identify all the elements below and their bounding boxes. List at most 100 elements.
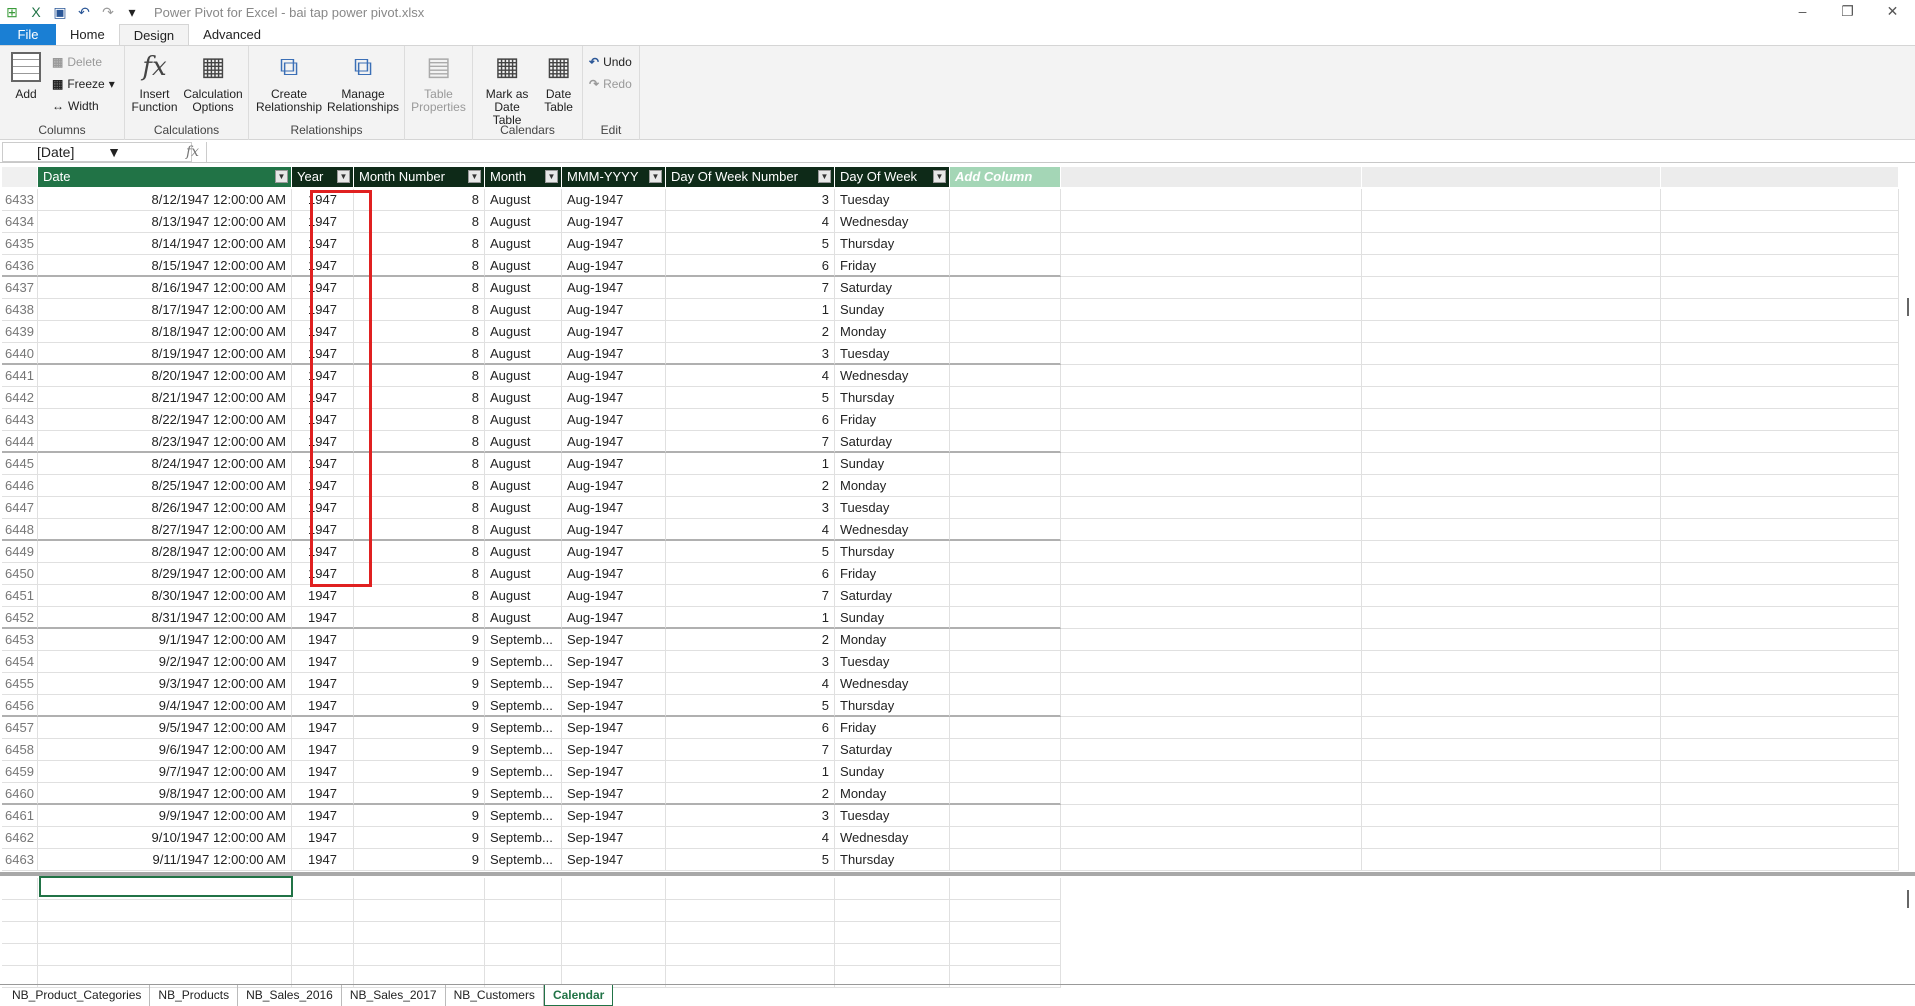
column-header-add-column[interactable]: Add Column — [950, 167, 1061, 187]
empty-cell[interactable] — [292, 922, 354, 944]
table-cell[interactable]: 7 — [666, 739, 835, 761]
empty-cell[interactable] — [950, 255, 1061, 277]
table-cell[interactable]: Septemb... — [485, 849, 562, 871]
table-cell[interactable]: Sep-1947 — [562, 805, 666, 827]
table-cell[interactable]: 1947 — [292, 607, 354, 629]
sheet-tab-calendar[interactable]: Calendar — [543, 985, 614, 1006]
table-cell[interactable]: Sunday — [835, 761, 950, 783]
empty-cell[interactable] — [1061, 321, 1362, 343]
table-cell[interactable]: Septemb... — [485, 695, 562, 717]
row-header[interactable]: 6451 — [2, 585, 38, 607]
table-cell[interactable]: Aug-1947 — [562, 365, 666, 387]
delete-button[interactable]: ▦ Delete — [52, 54, 115, 70]
row-header[interactable]: 6440 — [2, 343, 38, 365]
table-cell[interactable]: 9/3/1947 12:00:00 AM — [38, 673, 292, 695]
table-cell[interactable]: 8 — [354, 211, 485, 233]
empty-cell[interactable] — [950, 629, 1061, 651]
empty-cell[interactable] — [1362, 409, 1661, 431]
empty-cell[interactable] — [1061, 211, 1362, 233]
filter-dropdown-icon[interactable]: ▼ — [337, 170, 350, 183]
table-cell[interactable]: Thursday — [835, 233, 950, 255]
table-cell[interactable]: 1947 — [292, 849, 354, 871]
empty-cell[interactable] — [1661, 277, 1899, 299]
empty-cell[interactable] — [666, 922, 835, 944]
empty-cell[interactable] — [1661, 541, 1899, 563]
empty-cell[interactable] — [1661, 255, 1899, 277]
filter-dropdown-icon[interactable]: ▼ — [468, 170, 481, 183]
table-cell[interactable]: Aug-1947 — [562, 189, 666, 211]
table-cell[interactable]: 8 — [354, 233, 485, 255]
row-header[interactable]: 6441 — [2, 365, 38, 387]
table-cell[interactable]: August — [485, 607, 562, 629]
insert-function-button[interactable]: fx Insert Function — [131, 50, 178, 114]
empty-cell[interactable] — [1362, 475, 1661, 497]
table-cell[interactable]: 8 — [354, 497, 485, 519]
empty-cell[interactable] — [1362, 585, 1661, 607]
table-cell[interactable]: Aug-1947 — [562, 233, 666, 255]
table-cell[interactable]: 8 — [354, 431, 485, 453]
empty-cell[interactable] — [950, 409, 1061, 431]
table-cell[interactable]: Septemb... — [485, 739, 562, 761]
column-header-mmm-yyyy[interactable]: MMM-YYYY ▼ — [562, 167, 666, 187]
table-cell[interactable]: 8/22/1947 12:00:00 AM — [38, 409, 292, 431]
select-all-corner[interactable] — [2, 167, 38, 187]
table-cell[interactable]: August — [485, 409, 562, 431]
row-header[interactable]: 6443 — [2, 409, 38, 431]
empty-cell[interactable] — [562, 922, 666, 944]
table-cell[interactable]: 9 — [354, 695, 485, 717]
table-properties-button[interactable]: ▤ Table Properties — [411, 50, 466, 114]
empty-cell[interactable] — [1061, 805, 1362, 827]
empty-cell[interactable] — [666, 878, 835, 900]
table-cell[interactable]: 9 — [354, 629, 485, 651]
empty-cell[interactable] — [1661, 805, 1899, 827]
table-cell[interactable]: Aug-1947 — [562, 409, 666, 431]
row-header[interactable]: 6448 — [2, 519, 38, 541]
empty-cell[interactable] — [1362, 519, 1661, 541]
customize-toolbar-icon[interactable]: ▾ — [124, 4, 140, 20]
empty-cell[interactable] — [1061, 739, 1362, 761]
empty-cell[interactable] — [38, 922, 292, 944]
table-cell[interactable]: Aug-1947 — [562, 607, 666, 629]
empty-cell[interactable] — [666, 900, 835, 922]
row-header[interactable]: 6456 — [2, 695, 38, 717]
empty-cell[interactable] — [950, 431, 1061, 453]
freeze-button[interactable]: ▦ Freeze ▾ — [52, 76, 115, 92]
table-cell[interactable]: 4 — [666, 673, 835, 695]
empty-cell[interactable] — [562, 878, 666, 900]
table-cell[interactable]: 9 — [354, 827, 485, 849]
empty-cell[interactable] — [835, 878, 950, 900]
save-icon[interactable]: ▣ — [52, 4, 68, 20]
table-cell[interactable]: 9/5/1947 12:00:00 AM — [38, 717, 292, 739]
table-cell[interactable]: 3 — [666, 651, 835, 673]
table-cell[interactable]: August — [485, 585, 562, 607]
table-cell[interactable]: 2 — [666, 475, 835, 497]
table-cell[interactable]: 8 — [354, 343, 485, 365]
row-header[interactable]: 6455 — [2, 673, 38, 695]
table-cell[interactable]: Aug-1947 — [562, 387, 666, 409]
empty-cell[interactable] — [1362, 673, 1661, 695]
mark-as-date-table-button[interactable]: ▦ Mark as Date Table — [479, 50, 535, 127]
empty-cell[interactable] — [1061, 761, 1362, 783]
empty-cell[interactable] — [835, 944, 950, 966]
table-cell[interactable]: Aug-1947 — [562, 453, 666, 475]
table-cell[interactable]: August — [485, 453, 562, 475]
column-header-month-number[interactable]: Month Number ▼ — [354, 167, 485, 187]
table-cell[interactable]: 8 — [354, 299, 485, 321]
table-cell[interactable]: 7 — [666, 585, 835, 607]
table-cell[interactable]: 3 — [666, 497, 835, 519]
empty-cell[interactable] — [2, 900, 38, 922]
empty-cell[interactable] — [1061, 365, 1362, 387]
empty-cell[interactable] — [950, 453, 1061, 475]
empty-cell[interactable] — [950, 944, 1061, 966]
table-cell[interactable]: 8/29/1947 12:00:00 AM — [38, 563, 292, 585]
tab-file[interactable]: File — [0, 24, 56, 45]
table-cell[interactable]: 2 — [666, 783, 835, 805]
table-cell[interactable]: Septemb... — [485, 717, 562, 739]
row-header[interactable]: 6446 — [2, 475, 38, 497]
redo-icon[interactable]: ↷ — [100, 4, 116, 20]
empty-cell[interactable] — [1061, 387, 1362, 409]
empty-cell[interactable] — [950, 717, 1061, 739]
table-cell[interactable]: August — [485, 255, 562, 277]
row-header[interactable]: 6438 — [2, 299, 38, 321]
row-header[interactable]: 6445 — [2, 453, 38, 475]
